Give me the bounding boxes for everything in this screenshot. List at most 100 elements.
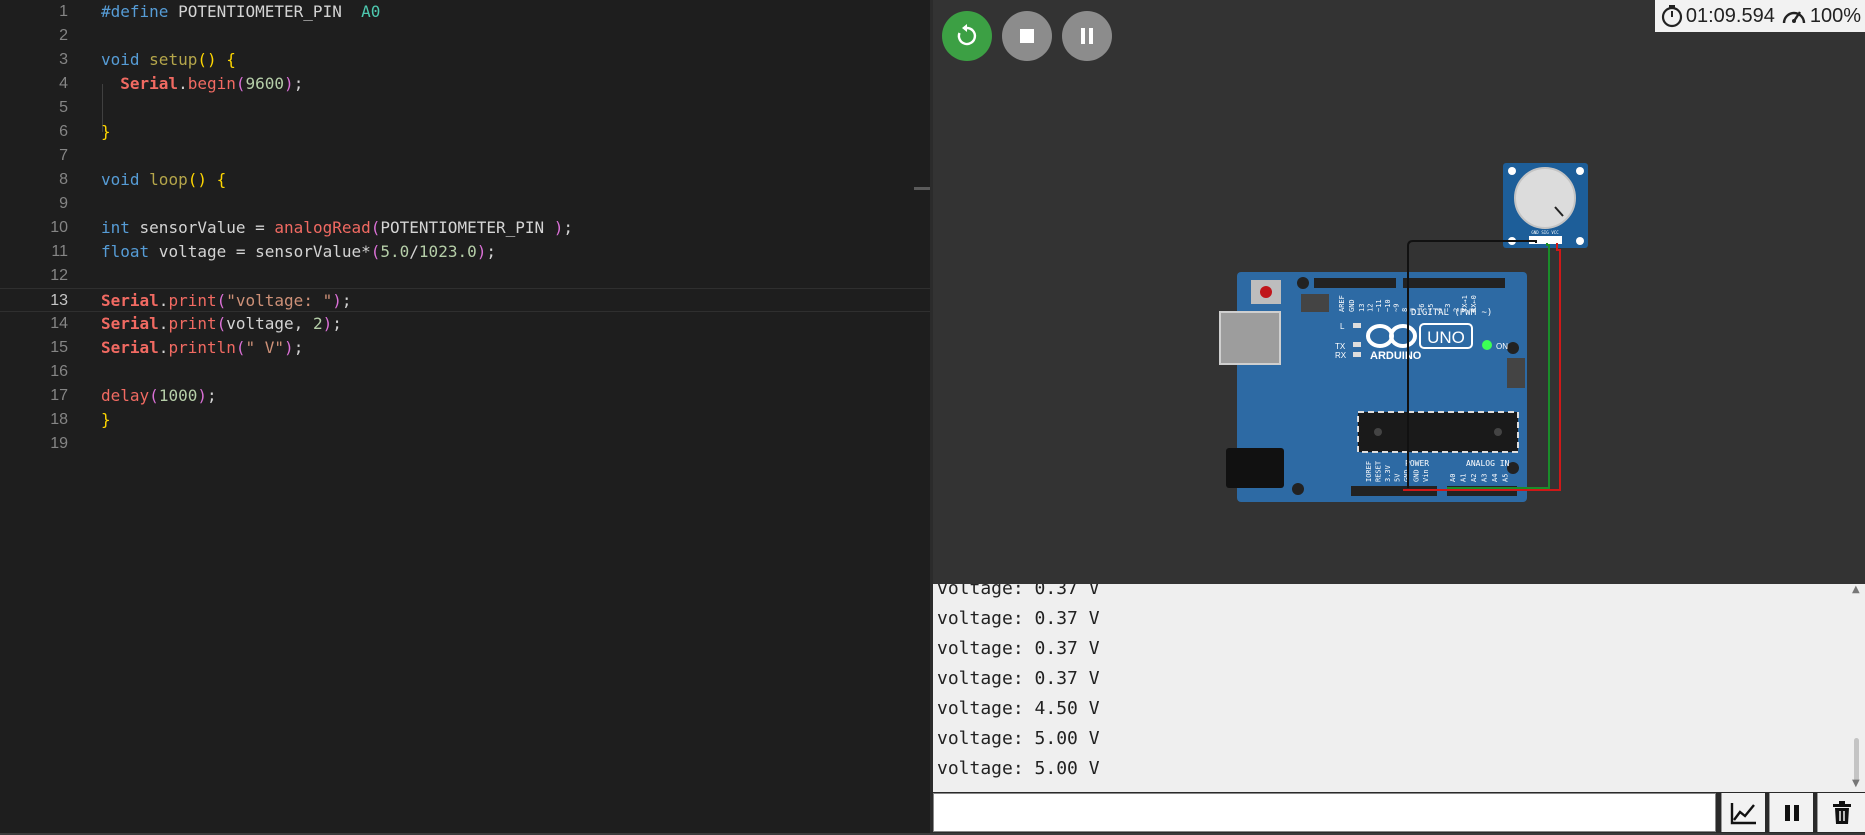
pin-label: ~9	[1392, 304, 1400, 312]
potentiometer[interactable]: GND SIG VCC	[1503, 163, 1588, 248]
line-number: 18	[50, 411, 68, 428]
analog-label: ANALOG IN	[1466, 459, 1510, 468]
code-token: ;	[563, 218, 574, 237]
board-model: UNO	[1427, 328, 1465, 347]
code-line[interactable]: 8 void loop() {	[0, 168, 930, 192]
code-line[interactable]: 2	[0, 24, 930, 48]
line-number: 3	[59, 51, 68, 68]
code-token: )	[284, 338, 294, 357]
line-code: float voltage = sensorValue*(5.0/1023.0)…	[101, 240, 496, 264]
code-token: "voltage: "	[226, 291, 333, 310]
pin-label: 7	[1410, 308, 1418, 312]
scrollbar-thumb[interactable]	[1854, 738, 1859, 782]
code-line[interactable]: 13 Serial.print("voltage: ");	[0, 288, 930, 312]
code-token: /	[409, 242, 419, 261]
code-line[interactable]: 10 int sensorValue = analogRead(POTENTIOM…	[0, 216, 930, 240]
pin-label: ~6	[1418, 304, 1426, 312]
led-label-tx: TX	[1335, 342, 1346, 351]
serial-input[interactable]	[933, 793, 1716, 832]
line-number: 16	[50, 363, 68, 380]
code-line[interactable]: 15 Serial.println(" V");	[0, 336, 930, 360]
code-line[interactable]: 4 Serial.begin(9600);	[0, 72, 930, 96]
code-token: {	[216, 170, 227, 189]
code-token: )	[476, 242, 487, 261]
pin-label: RX←0	[1470, 295, 1478, 312]
on-label: ON	[1496, 342, 1508, 351]
code-token: )	[553, 218, 564, 237]
pin-label: GND	[1413, 469, 1421, 482]
code-line[interactable]: 16	[0, 360, 930, 384]
code-line[interactable]: 17 delay(1000);	[0, 384, 930, 408]
line-code: int sensorValue = analogRead(POTENTIOMET…	[101, 216, 573, 240]
code-line[interactable]: 5	[0, 96, 930, 120]
pin-label: 12	[1367, 304, 1375, 312]
scroll-up-icon[interactable]: ▲	[1852, 584, 1860, 595]
line-code: void loop() {	[101, 168, 226, 192]
serial-output-line: voltage: 0.37 V	[937, 668, 1100, 689]
code-token: 9600	[245, 74, 285, 93]
power-led	[1482, 340, 1492, 350]
serial-output-line: voltage: 0.37 V	[937, 584, 1100, 599]
code-editor[interactable]: 1 #define POTENTIOMETER_PIN A0 2 3 void setu…	[0, 0, 930, 835]
line-number: 5	[59, 99, 68, 116]
code-token: loop	[149, 170, 188, 189]
code-line[interactable]: 12	[0, 264, 930, 288]
code-token: Serial	[101, 314, 159, 333]
code-token: setup	[149, 50, 198, 69]
serial-scrollbar[interactable]: ▲ ▼	[1849, 584, 1865, 792]
code-token: 1023.0	[418, 242, 477, 261]
code-line[interactable]: 3 void setup() {	[0, 48, 930, 72]
code-line[interactable]: 18}	[0, 408, 930, 432]
potentiometer-knob[interactable]	[1514, 167, 1576, 229]
code-token: ;	[341, 291, 352, 310]
code-token: (	[149, 386, 159, 405]
code-line[interactable]: 6}	[0, 120, 930, 144]
reset-button[interactable]	[1251, 280, 1281, 304]
code-token: ;	[293, 338, 304, 357]
code-line[interactable]: 7	[0, 144, 930, 168]
pin-label: ~5	[1427, 304, 1435, 312]
code-token: )	[322, 314, 333, 333]
scroll-down-icon[interactable]: ▼	[1852, 778, 1860, 789]
line-number: 17	[50, 387, 68, 404]
simulation-canvas[interactable]: 01:09.594 100% UNO ARDUINO ON L TX RX DI…	[933, 0, 1865, 584]
code-line[interactable]: 11 float voltage = sensorValue*(5.0/1023.…	[0, 240, 930, 264]
code-token: (	[370, 218, 381, 237]
pin-label: A0	[1449, 474, 1457, 482]
code-token: print	[168, 314, 217, 333]
code-line[interactable]: 9	[0, 192, 930, 216]
arduino-uno-board[interactable]: UNO ARDUINO ON L TX RX DIGITAL (PWM ~) A…	[1219, 272, 1527, 502]
code-token: (	[235, 338, 246, 357]
line-number: 8	[59, 171, 68, 188]
line-number: 15	[50, 339, 68, 356]
clear-serial-button[interactable]	[1817, 793, 1865, 832]
code-token: ()	[187, 170, 207, 189]
code-token: (	[216, 314, 227, 333]
code-token: ;	[486, 242, 496, 261]
line-code: }	[101, 408, 111, 432]
code-line[interactable]: 1 #define POTENTIOMETER_PIN A0	[0, 0, 930, 24]
pin-label: A3	[1481, 474, 1489, 482]
code-token: )	[284, 74, 294, 93]
serial-output-line: voltage: 5.00 V	[937, 728, 1100, 749]
line-number: 13	[50, 292, 68, 309]
line-code: delay(1000);	[101, 384, 217, 408]
code-token: A0	[361, 2, 381, 21]
code-line[interactable]: 19	[0, 432, 930, 456]
code-token: voltage,	[226, 314, 313, 333]
code-token: (	[216, 291, 227, 310]
code-token: void	[101, 170, 140, 189]
serial-output-line: voltage: 0.37 V	[937, 638, 1100, 659]
code-token: voltage = sensorValue*	[149, 242, 371, 261]
code-token: delay	[101, 386, 150, 405]
plotter-button[interactable]	[1721, 793, 1765, 832]
code-token: )	[332, 291, 342, 310]
code-token: (	[370, 242, 381, 261]
code-line[interactable]: 14 Serial.print(voltage, 2);	[0, 312, 930, 336]
pin-label: ~3	[1444, 304, 1452, 312]
pause-serial-button[interactable]	[1769, 793, 1813, 832]
serial-monitor[interactable]: voltage: 0.37 V voltage: 0.37 V voltage: 0…	[933, 584, 1865, 792]
